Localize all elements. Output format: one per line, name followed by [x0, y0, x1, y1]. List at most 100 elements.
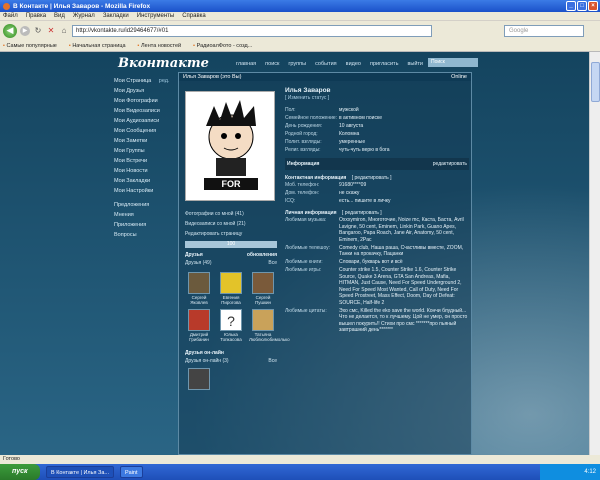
menu-history[interactable]: Журнал: [73, 13, 95, 19]
left-menu-item[interactable]: Мои Видеозаписи: [114, 108, 170, 114]
web-page: Вконтакте главная поиск группы события в…: [0, 52, 589, 455]
friend-item[interactable]: Татьяна Люблюлюбимолько: [249, 309, 290, 342]
edit-page-link[interactable]: Редактировать страницу: [185, 231, 277, 237]
friends-updates-link[interactable]: обновления: [247, 252, 277, 258]
left-menu-item[interactable]: Предложения: [114, 202, 170, 208]
left-menu-item[interactable]: Мои Новости: [114, 168, 170, 174]
taskbar-task[interactable]: Paint: [119, 466, 143, 478]
friend-name: Евгения Пирогова: [221, 295, 241, 305]
friend-item[interactable]: Сергей Пушкин: [249, 272, 277, 305]
rating-bar: 100: [185, 241, 277, 248]
profile-avatar[interactable]: FOR: [185, 91, 275, 201]
stop-icon[interactable]: ✕: [46, 26, 56, 36]
online-friends-title: Друзья он-лайн: [185, 350, 277, 356]
friend-item[interactable]: Дмитрий Грибанин: [185, 309, 213, 342]
change-status-link[interactable]: [ Изменить статус ]: [285, 95, 469, 101]
videos-with-me-link[interactable]: Видеозаписи со мной (21): [185, 221, 277, 227]
taskbar-task[interactable]: В Контакте | Илья За...: [46, 466, 114, 478]
online-friend-item[interactable]: [185, 368, 213, 390]
left-menu-item[interactable]: Мои Закладки: [114, 178, 170, 184]
search-input[interactable]: Google: [504, 24, 584, 37]
info-key: Полит. взгляды:: [285, 139, 322, 145]
minimize-button[interactable]: _: [566, 1, 576, 11]
profile-name: Илья Заваров: [285, 87, 331, 94]
nav-groups[interactable]: группы: [288, 61, 306, 67]
left-menu-edit[interactable]: ред.: [159, 78, 170, 84]
site-logo[interactable]: Вконтакте: [118, 56, 209, 71]
personal-value: Эхо смс, Killed the eko save the world. …: [339, 307, 468, 334]
friend-item[interactable]: ? Юлька Топкасова: [217, 309, 245, 342]
nav-invite[interactable]: пригласить: [370, 61, 398, 67]
online-friends-all-link[interactable]: Все: [268, 358, 277, 364]
profile-left-column: Фотографии со мной (41) Видеозаписи со м…: [185, 211, 290, 390]
menu-help[interactable]: Справка: [182, 13, 206, 19]
friend-avatar: [252, 272, 274, 294]
info-edit-link[interactable]: редактировать: [433, 161, 467, 167]
site-search-input[interactable]: Поиск: [428, 58, 478, 67]
nav-logout[interactable]: выйти: [407, 61, 423, 67]
online-friends-count[interactable]: Друзья он-лайн (3): [185, 358, 229, 364]
forward-button[interactable]: ▶: [20, 25, 30, 36]
friend-item[interactable]: Сергей Яковлев: [185, 272, 213, 305]
profile-header-title: Илья Заваров (это Вы): [183, 74, 242, 80]
menu-bookmarks[interactable]: Закладки: [103, 13, 129, 19]
personal-row: Любимые телешоу: Comedy club, Наша раша, …: [285, 245, 469, 258]
bookmark-item[interactable]: РадиоалФото - созд...: [193, 43, 253, 49]
close-button[interactable]: ×: [588, 1, 598, 11]
friends-count-link[interactable]: Друзья (49): [185, 260, 212, 266]
info-value: 10 августа: [339, 123, 364, 129]
nav-video[interactable]: видео: [346, 61, 361, 67]
left-menu-item[interactable]: Мои Аудиозаписи: [114, 118, 170, 124]
reload-icon[interactable]: ↻: [33, 26, 43, 36]
bookmark-item[interactable]: Начальная страница: [69, 43, 125, 49]
friend-name: Татьяна Люблюлюбимолько: [249, 332, 290, 342]
basic-info: Пол: мужской Семейное положение: в активно…: [285, 107, 469, 154]
info-value: в активном поиске: [339, 115, 382, 121]
info-block-header: Информация редактировать: [285, 157, 469, 170]
page-scrollbar[interactable]: [589, 52, 600, 455]
personal-value: Oxxxymiron, Многоточие, Noize mc, Каста,…: [339, 217, 464, 243]
contact-key: Моб. телефон:: [285, 182, 320, 188]
left-menu-item[interactable]: Мои Страница ред.: [114, 78, 170, 84]
left-menu-item[interactable]: Мои Фотографии: [114, 98, 170, 104]
nav-events[interactable]: события: [315, 61, 337, 67]
url-bar[interactable]: http://vkontakte.ru/id29464677/#01: [72, 24, 432, 37]
system-tray: 4:12: [540, 464, 600, 480]
left-menu-item[interactable]: Мои Сообщения: [114, 128, 170, 134]
info-key: День рождения:: [285, 123, 323, 129]
menu-bar: Файл Правка Вид Журнал Закладки Инструме…: [0, 12, 600, 21]
scrollbar-thumb[interactable]: [591, 62, 600, 102]
photos-with-me-link[interactable]: Фотографии со мной (41): [185, 211, 277, 217]
left-menu-item[interactable]: Мои Встречи: [114, 158, 170, 164]
nav-home[interactable]: главная: [236, 61, 256, 67]
start-button[interactable]: пуск: [0, 464, 40, 480]
menu-tools[interactable]: Инструменты: [137, 13, 174, 19]
back-button[interactable]: ◀: [3, 23, 17, 38]
left-menu-item[interactable]: Мнения: [114, 212, 170, 218]
online-status: Online: [451, 74, 467, 80]
nav-search[interactable]: поиск: [265, 61, 279, 67]
friend-item[interactable]: Евгения Пирогова: [217, 272, 245, 305]
home-icon[interactable]: ⌂: [59, 26, 69, 36]
left-menu-item[interactable]: Мои Друзья: [114, 88, 170, 94]
menu-view[interactable]: Вид: [54, 13, 65, 19]
friend-name: Юлька Топкасова: [220, 332, 242, 342]
info-row: Полит. взгляды: умеренные: [285, 139, 469, 146]
bookmark-item[interactable]: Лента новостей: [138, 43, 181, 49]
left-menu-item[interactable]: Приложения: [114, 222, 170, 228]
personal-row: Любимые книги: Словари, букварь вот и всё: [285, 259, 469, 266]
personal-section-title: Личная информация [ редактировать ]: [285, 210, 469, 216]
friends-all-link[interactable]: Все: [268, 260, 277, 266]
maximize-button[interactable]: □: [577, 1, 587, 11]
profile-right-column: Илья Заваров [ Изменить статус ] Пол: муж…: [285, 87, 469, 334]
bookmark-item[interactable]: Самые популярные: [3, 43, 56, 49]
menu-file[interactable]: Файл: [3, 13, 18, 19]
left-menu-item[interactable]: Мои Заметки: [114, 138, 170, 144]
left-menu-item[interactable]: Мои Группы: [114, 148, 170, 154]
left-menu-item[interactable]: Вопросы: [114, 232, 170, 238]
personal-edit-link[interactable]: [ редактировать ]: [342, 210, 382, 216]
friend-avatar: ?: [220, 309, 242, 331]
contact-edit-link[interactable]: [ редактировать ]: [352, 175, 392, 181]
left-menu-item[interactable]: Мои Настройки: [114, 188, 170, 194]
menu-edit[interactable]: Правка: [26, 13, 46, 19]
